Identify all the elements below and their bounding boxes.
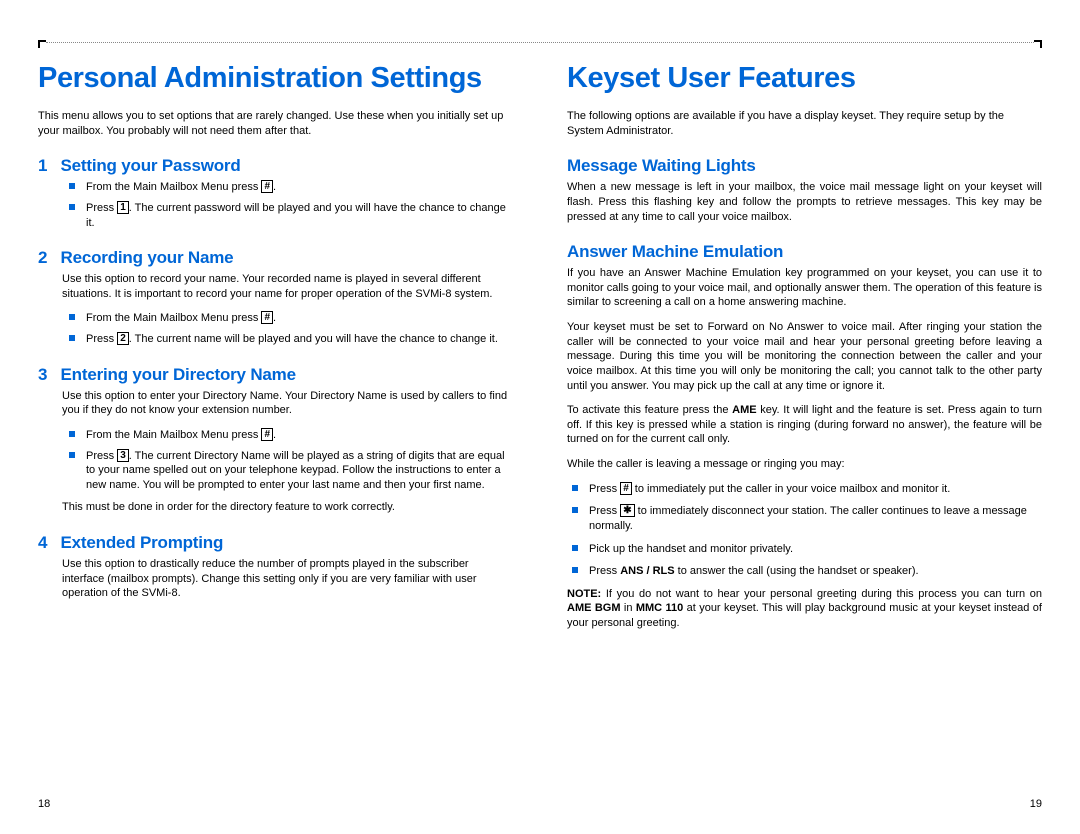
options-list: Press # to immediately put the caller in… xyxy=(567,482,1042,579)
key-one-icon: 1 xyxy=(117,201,129,214)
steps-list: From the Main Mailbox Menu press #. Pres… xyxy=(38,180,513,230)
section-heading-directory-name: 3 Entering your Directory Name xyxy=(38,365,513,385)
mmc-110-label: MMC 110 xyxy=(636,602,683,614)
key-three-icon: 3 xyxy=(117,449,129,462)
section-heading-extended-prompting: 4 Extended Prompting xyxy=(38,533,513,553)
intro-left: This menu allows you to set options that… xyxy=(38,109,513,138)
ans-rls-key-label: ANS / RLS xyxy=(620,565,674,577)
section-desc: Use this option to record your name. You… xyxy=(62,272,513,301)
paragraph: Your keyset must be set to Forward on No… xyxy=(567,320,1042,393)
steps-list: From the Main Mailbox Menu press #. Pres… xyxy=(38,311,513,346)
note-paragraph: NOTE: If you do not want to hear your pe… xyxy=(567,587,1042,631)
key-hash-icon: # xyxy=(261,428,273,441)
section-heading-setting-password: 1 Setting your Password xyxy=(38,156,513,176)
left-column: Personal Administration Settings This me… xyxy=(38,40,513,810)
list-item: Pick up the handset and monitor privatel… xyxy=(589,542,1042,557)
note-label: NOTE: xyxy=(567,588,601,600)
steps-list: From the Main Mailbox Menu press #. Pres… xyxy=(38,428,513,493)
subheading-message-waiting: Message Waiting Lights xyxy=(567,156,1042,176)
paragraph: If you have an Answer Machine Emulation … xyxy=(567,266,1042,310)
section-heading-recording-name: 2 Recording your Name xyxy=(38,248,513,268)
right-column: Keyset User Features The following optio… xyxy=(567,40,1042,810)
intro-right: The following options are available if y… xyxy=(567,109,1042,138)
section-title: Recording your Name xyxy=(61,248,234,267)
key-two-icon: 2 xyxy=(117,332,129,345)
page-title-left: Personal Administration Settings xyxy=(38,62,513,95)
section-note: This must be done in order for the direc… xyxy=(62,500,513,515)
section-number: 1 xyxy=(38,156,56,176)
section-number: 2 xyxy=(38,248,56,268)
list-item: Press # to immediately put the caller in… xyxy=(589,482,1042,497)
list-item: From the Main Mailbox Menu press #. xyxy=(86,428,513,443)
list-item: From the Main Mailbox Menu press #. xyxy=(86,180,513,195)
key-star-icon: ✱ xyxy=(620,504,634,517)
list-item: Press 3. The current Directory Name will… xyxy=(86,449,513,493)
section-number: 3 xyxy=(38,365,56,385)
section-title: Entering your Directory Name xyxy=(61,365,296,384)
paragraph: While the caller is leaving a message or… xyxy=(567,457,1042,472)
list-item: Press ANS / RLS to answer the call (usin… xyxy=(589,564,1042,579)
list-item: Press 1. The current password will be pl… xyxy=(86,201,513,230)
key-hash-icon: # xyxy=(620,482,632,495)
section-title: Setting your Password xyxy=(61,156,241,175)
section-number: 4 xyxy=(38,533,56,553)
section-title: Extended Prompting xyxy=(61,533,224,552)
list-item: Press ✱ to immediately disconnect your s… xyxy=(589,504,1042,533)
ame-key-label: AME xyxy=(732,404,756,416)
page-number-right: 19 xyxy=(1030,798,1042,810)
key-hash-icon: # xyxy=(261,311,273,324)
paragraph: When a new message is left in your mailb… xyxy=(567,180,1042,224)
list-item: Press 2. The current name will be played… xyxy=(86,332,513,347)
subheading-ame: Answer Machine Emulation xyxy=(567,242,1042,262)
page-number-left: 18 xyxy=(38,798,50,810)
paragraph: To activate this feature press the AME k… xyxy=(567,403,1042,447)
list-item: From the Main Mailbox Menu press #. xyxy=(86,311,513,326)
page-title-right: Keyset User Features xyxy=(567,62,1042,95)
section-desc: Use this option to drastically reduce th… xyxy=(62,557,513,601)
section-desc: Use this option to enter your Directory … xyxy=(62,389,513,418)
ame-bgm-label: AME BGM xyxy=(567,602,621,614)
key-hash-icon: # xyxy=(261,180,273,193)
